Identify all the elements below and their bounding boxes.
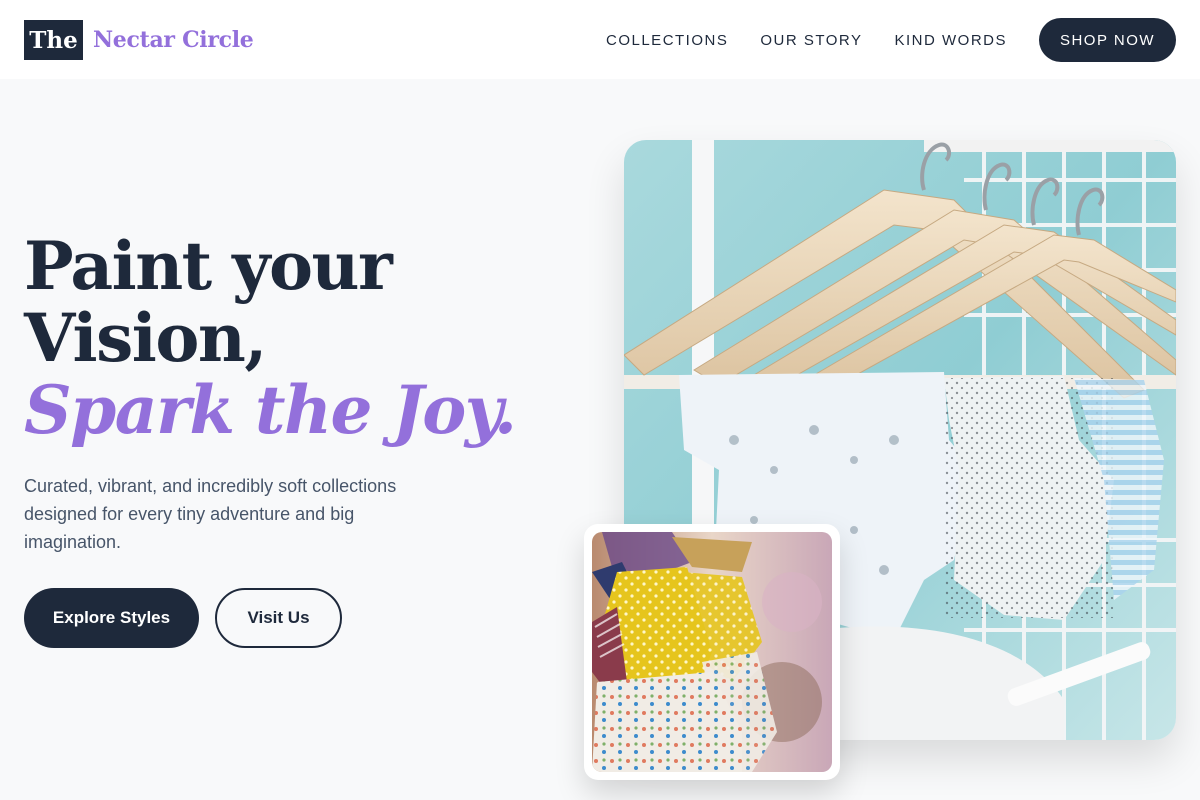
hero-title-accent: Spark the Joy.	[24, 371, 517, 449]
hero-secondary-image	[592, 532, 832, 772]
shop-now-button[interactable]: SHOP NOW	[1039, 18, 1176, 62]
main-nav: COLLECTIONS OUR STORY KIND WORDS SHOP NO…	[606, 18, 1176, 62]
hero-secondary-image-frame	[584, 524, 840, 780]
site-header: The Nectar Circle COLLECTIONS OUR STORY …	[0, 0, 1200, 79]
hero-description: Curated, vibrant, and incredibly soft co…	[24, 476, 397, 552]
brand-logo[interactable]: The Nectar Circle	[24, 20, 254, 60]
nav-link-collections[interactable]: COLLECTIONS	[606, 32, 728, 49]
hero-title-line2: Vision,	[24, 299, 267, 377]
hero-title-line1: Paint your	[24, 227, 393, 305]
brand-name: Nectar Circle	[93, 27, 254, 53]
explore-styles-button[interactable]: Explore Styles	[24, 588, 199, 648]
logo-mark: The	[24, 20, 83, 60]
nav-link-our-story[interactable]: OUR STORY	[760, 32, 862, 49]
hero-title: Paint your Vision, Spark the Joy.	[24, 230, 544, 446]
nav-link-kind-words[interactable]: KIND WORDS	[895, 32, 1008, 49]
visit-us-button[interactable]: Visit Us	[215, 588, 342, 648]
